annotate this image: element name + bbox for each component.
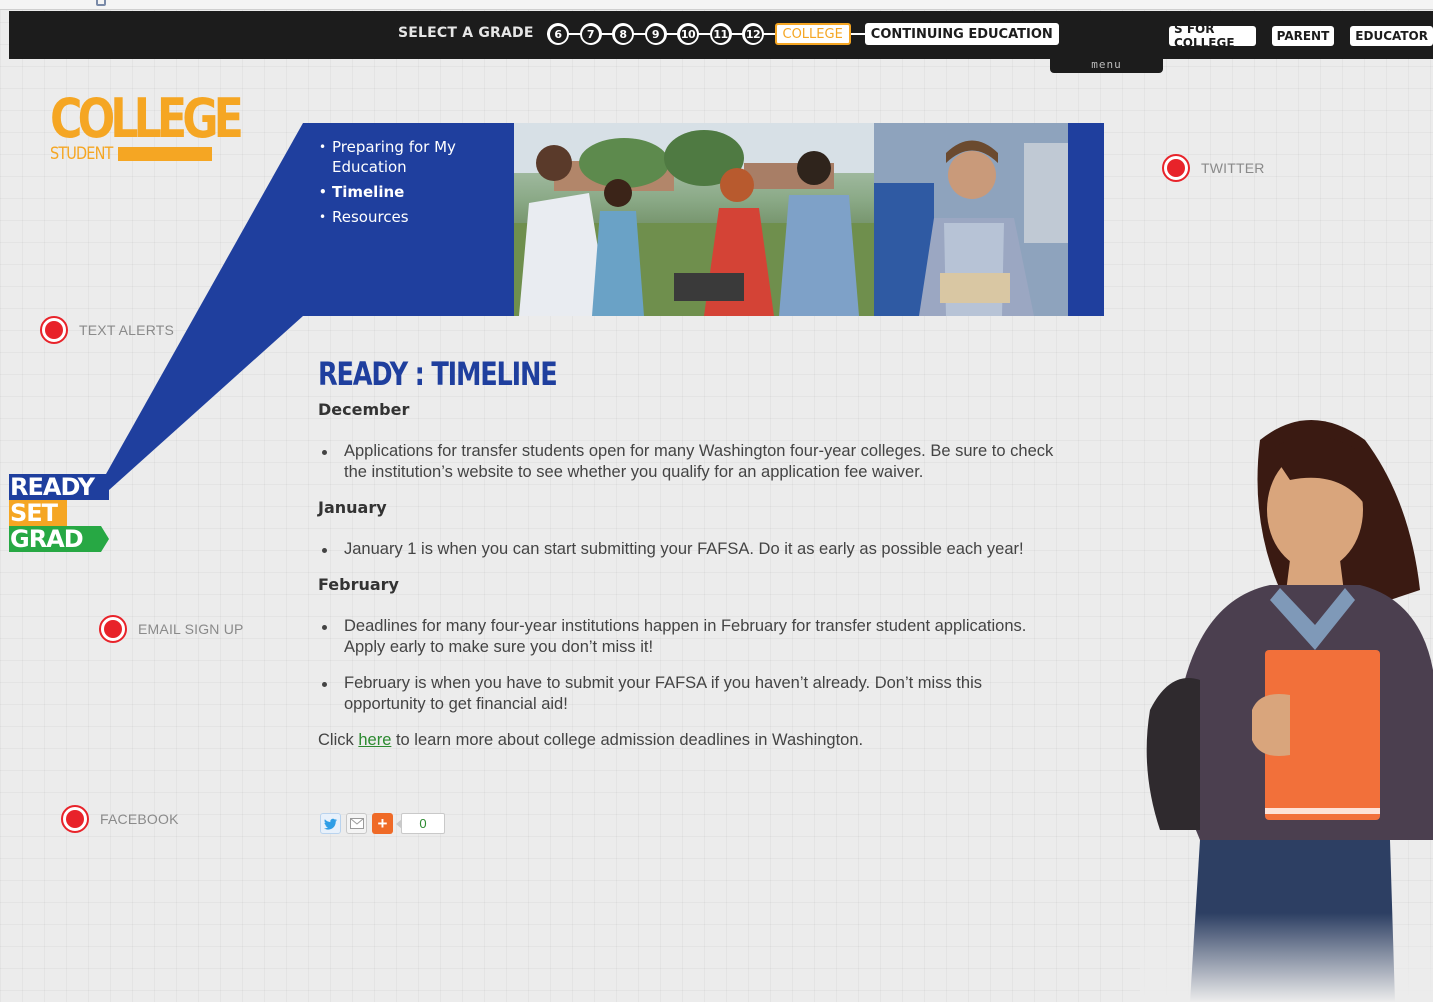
hero-blue-edge: [1068, 123, 1104, 316]
grade-12-button[interactable]: 12: [742, 23, 764, 45]
students-for-college-link[interactable]: S FOR COLLEGE: [1169, 22, 1256, 50]
email-sign-up-link[interactable]: EMAIL SIGN UP: [99, 615, 244, 643]
here-link[interactable]: here: [358, 731, 391, 749]
college-student-logo[interactable]: COLLEGE STUDENT: [50, 87, 244, 165]
share-count-badge: 0: [396, 813, 445, 834]
grade-selector: 6 7 8 9 10 11 12 COLLEGE CONTINUING EDUC…: [547, 22, 1059, 46]
grade-9-button[interactable]: 9: [644, 23, 667, 45]
ready-set-grad-logo[interactable]: READY SET GRAD: [9, 473, 109, 552]
facebook-label: FACEBOOK: [100, 811, 179, 827]
educator-link[interactable]: EDUCATOR: [1350, 26, 1433, 46]
january-list: January 1 is when you can start submitti…: [318, 539, 1058, 560]
list-item: January 1 is when you can start submitti…: [318, 539, 1058, 560]
text-alerts-dot-icon: [40, 316, 68, 344]
facebook-link[interactable]: FACEBOOK: [61, 805, 179, 833]
set-label: SET: [9, 499, 67, 527]
college-grade-button[interactable]: COLLEGE: [774, 23, 851, 45]
grade-10-button[interactable]: 10: [677, 23, 699, 45]
select-grade-label: SELECT A GRADE: [398, 25, 534, 41]
nav-item-resources[interactable]: Resources: [319, 207, 499, 227]
list-item: Deadlines for many four-year institution…: [318, 616, 1058, 658]
grade-6-button[interactable]: 6: [547, 23, 569, 45]
logo-title: COLLEGE: [50, 87, 244, 150]
top-navigation-bar: SELECT A GRADE 6 7 8 9 10 11 12 COLLEGE …: [9, 11, 1433, 73]
month-heading-december: December: [318, 400, 410, 419]
ready-label: READY: [9, 473, 109, 501]
grade-8-button[interactable]: 8: [612, 23, 634, 45]
month-heading-february: February: [318, 575, 399, 594]
month-heading-january: January: [318, 498, 387, 517]
list-item: Applications for transfer students open …: [318, 441, 1058, 483]
student-with-books-photo: [874, 123, 1068, 316]
email-sign-up-label: EMAIL SIGN UP: [138, 621, 244, 637]
grad-label: GRAD: [9, 526, 109, 552]
browser-icon[interactable]: [96, 0, 106, 6]
addthis-plus-icon[interactable]: +: [372, 813, 393, 834]
student-portrait-image: [1140, 410, 1433, 1002]
logo-subtitle: STUDENT: [50, 144, 113, 164]
grade-11-button[interactable]: 11: [709, 23, 732, 45]
december-list: Applications for transfer students open …: [318, 441, 1058, 483]
text-alerts-link[interactable]: TEXT ALERTS: [40, 316, 174, 344]
section-navigation: Preparing for My Education Timeline Reso…: [303, 123, 514, 316]
menu-toggle-button[interactable]: menu: [1050, 59, 1163, 73]
email-sign-up-dot-icon: [99, 615, 127, 643]
twitter-link[interactable]: TWITTER: [1162, 154, 1265, 182]
timeline-content: READY : TIMELINE December Applications f…: [318, 354, 1058, 751]
audience-links: S FOR COLLEGE PARENT EDUCATOR: [1169, 22, 1433, 50]
twitter-share-icon[interactable]: [320, 813, 341, 834]
parent-link[interactable]: PARENT: [1271, 26, 1335, 46]
email-share-icon[interactable]: [346, 813, 367, 834]
text-alerts-label: TEXT ALERTS: [79, 322, 175, 338]
twitter-label: TWITTER: [1201, 160, 1265, 176]
students-group-photo: [514, 123, 874, 316]
share-toolbar: + 0: [320, 813, 445, 834]
grade-7-button[interactable]: 7: [579, 23, 602, 45]
list-item: February is when you have to submit your…: [318, 673, 1058, 715]
twitter-dot-icon: [1162, 154, 1190, 182]
continuing-education-button[interactable]: CONTINUING EDUCATION: [864, 23, 1059, 45]
february-list: Deadlines for many four-year institution…: [318, 616, 1058, 715]
browser-toolbar-strip: [0, 0, 1433, 10]
nav-item-timeline[interactable]: Timeline: [319, 182, 499, 202]
more-info-text: Click here to learn more about college a…: [318, 731, 864, 749]
facebook-dot-icon: [61, 805, 89, 833]
nav-item-preparing-for-my-education[interactable]: Preparing for My Education: [319, 137, 499, 177]
page-title: READY : TIMELINE: [318, 355, 558, 393]
